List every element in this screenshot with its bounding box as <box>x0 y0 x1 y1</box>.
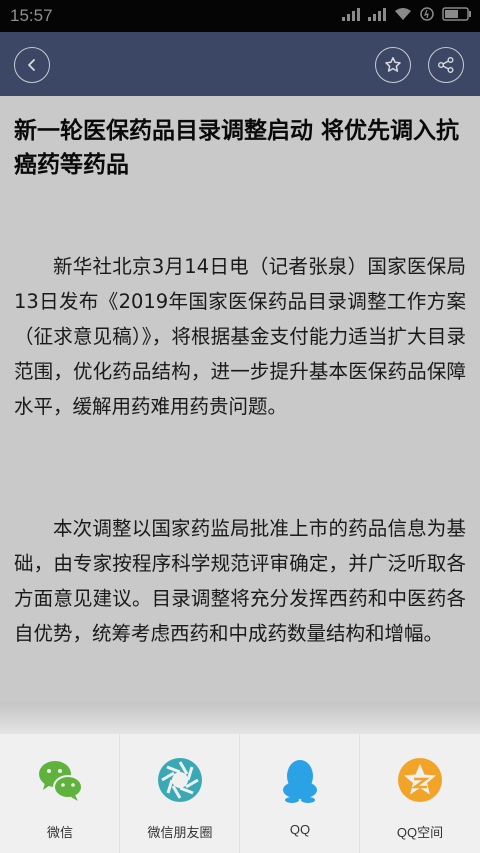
data-saver-icon <box>420 7 434 21</box>
status-bar: 15:57 <box>0 0 480 32</box>
share-label: 微信朋友圈 <box>147 825 213 840</box>
share-label: 微信 <box>46 825 73 840</box>
article-content: 新一轮医保药品目录调整启动 将优先调入抗癌药等药品 新华社北京3月14日电（记者… <box>0 96 480 702</box>
battery-icon <box>442 7 471 21</box>
qq-icon <box>283 760 317 803</box>
article-title: 新一轮医保药品目录调整启动 将优先调入抗癌药等药品 <box>14 118 460 178</box>
article-paragraph: 新华社北京3月14日电（记者张泉）国家医保局13日发布《2019年国家医保药品目… <box>14 255 466 418</box>
favorite-button[interactable] <box>375 47 411 83</box>
sheet-shadow <box>0 702 480 734</box>
share-qzone[interactable]: QQ空间 <box>360 734 480 853</box>
share-wechat[interactable]: 微信 <box>0 734 120 853</box>
star-icon <box>385 57 401 72</box>
wifi-icon <box>395 8 411 20</box>
back-button[interactable] <box>14 47 50 83</box>
wechat-icon <box>39 761 83 801</box>
share-label: QQ <box>289 822 311 837</box>
signal-icon <box>342 8 360 21</box>
share-wechat-moments[interactable]: 微信朋友圈 <box>120 734 240 853</box>
signal-icon-2 <box>368 8 386 21</box>
share-qq[interactable]: QQ <box>240 734 360 853</box>
qzone-icon <box>398 758 442 802</box>
share-label: QQ空间 <box>396 825 444 840</box>
top-bar <box>0 32 480 96</box>
chevron-left-icon <box>28 59 35 71</box>
status-icons <box>342 7 472 21</box>
share-icon <box>438 57 454 73</box>
article-paragraph: 本次调整以国家药监局批准上市的药品信息为基础，由专家按程序科学规范评审确定，并广… <box>14 517 466 645</box>
share-sheet: 微信 微信朋友圈 QQ QQ空间 <box>0 734 480 853</box>
wechat-moments-icon <box>158 758 202 802</box>
share-button[interactable] <box>428 47 464 83</box>
status-time: 15:57 <box>10 6 53 25</box>
